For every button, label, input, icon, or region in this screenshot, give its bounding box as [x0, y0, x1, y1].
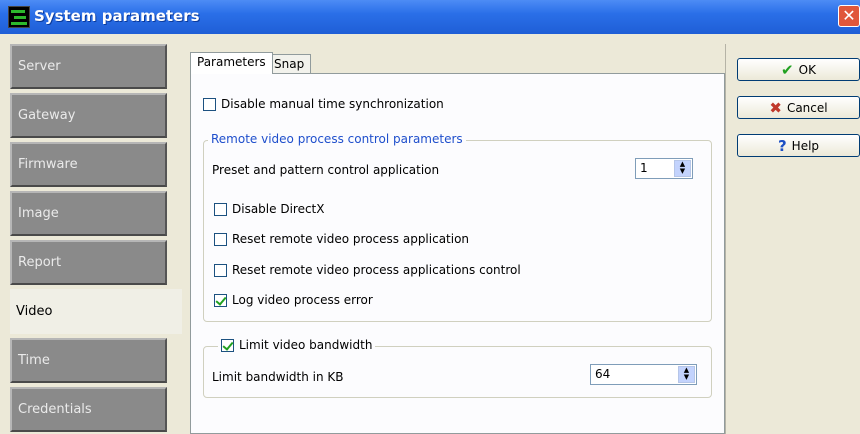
bandwidth-group: Limit video bandwidth Limit bandwidth in…: [203, 338, 712, 398]
checkbox-box: [221, 338, 234, 352]
disable-manual-sync-checkbox[interactable]: Disable manual time synchronization: [203, 97, 444, 111]
checkbox-box: [203, 97, 216, 111]
sidebar-item-label: Server: [18, 59, 61, 74]
checkbox-box: [214, 293, 227, 307]
checkbox-label: Limit video bandwidth: [239, 338, 373, 352]
ok-label: OK: [798, 62, 816, 77]
bandwidth-kb-stepper[interactable]: 64 ▲ ▼: [590, 364, 697, 385]
cancel-label: Cancel: [786, 100, 828, 115]
preset-label: Preset and pattern control application: [212, 163, 440, 177]
checkbox-box: [214, 202, 227, 216]
sidebar-item-label: Image: [18, 206, 59, 221]
checkbox-label: Disable manual time synchronization: [221, 97, 444, 111]
sidebar-item-time[interactable]: Time: [10, 338, 167, 383]
sidebar-item-credentials[interactable]: Credentials: [10, 387, 167, 432]
bandwidth-kb-value: 64: [595, 367, 611, 381]
checkbox-label: Reset remote video process application: [232, 232, 470, 246]
sidebar-item-report[interactable]: Report: [10, 240, 167, 285]
checkbox-label: Log video process error: [232, 293, 373, 307]
spin-arrows-icon[interactable]: ▲ ▼: [678, 366, 695, 383]
bandwidth-kb-label: Limit bandwidth in KB: [212, 370, 344, 384]
sidebar-item-label: Report: [18, 255, 62, 270]
help-label: Help: [791, 138, 820, 153]
tab-snap[interactable]: Snap: [267, 54, 312, 74]
sidebar-item-firmware[interactable]: Firmware: [10, 142, 167, 187]
disable-directx-checkbox[interactable]: Disable DirectX: [214, 202, 324, 216]
ok-button[interactable]: ✔ OK: [737, 58, 860, 81]
remote-video-group: Remote video process control parameters …: [203, 132, 712, 322]
preset-stepper[interactable]: 1 ▲ ▼: [635, 158, 693, 179]
parameters-panel: Disable manual time synchronization Remo…: [190, 73, 725, 434]
sidebar-item-label: Video: [16, 304, 53, 319]
window-title: System parameters: [34, 7, 200, 25]
sidebar-item-label: Firmware: [18, 157, 78, 172]
cancel-button[interactable]: ✖ Cancel: [737, 96, 860, 119]
close-button[interactable]: ✕: [838, 5, 860, 27]
x-icon: ✖: [769, 98, 782, 117]
checkbox-label: Reset remote video process applications …: [232, 263, 521, 277]
reset-app-checkbox[interactable]: Reset remote video process application: [214, 232, 469, 246]
preset-value: 1: [640, 161, 648, 175]
help-button[interactable]: ? Help: [737, 134, 860, 157]
question-icon: ?: [777, 136, 787, 155]
sidebar-item-label: Time: [18, 353, 50, 368]
sidebar-item-video[interactable]: Video: [10, 289, 182, 334]
tab-parameters[interactable]: Parameters: [190, 52, 273, 74]
sidebar-item-label: Credentials: [18, 402, 92, 417]
spin-arrows-icon[interactable]: ▲ ▼: [674, 160, 691, 177]
system-parameters-icon: [8, 6, 30, 28]
group-legend: Remote video process control parameters: [208, 132, 466, 146]
log-error-checkbox[interactable]: Log video process error: [214, 293, 373, 307]
reset-control-checkbox[interactable]: Reset remote video process applications …: [214, 263, 521, 277]
sidebar-item-image[interactable]: Image: [10, 191, 167, 236]
divider: [725, 44, 726, 434]
checkbox-box: [214, 232, 227, 246]
checkbox-box: [214, 263, 227, 277]
title-bar: System parameters ✕: [0, 0, 860, 34]
check-icon: ✔: [781, 60, 794, 79]
checkbox-label: Disable DirectX: [232, 202, 325, 216]
sidebar: Server Gateway Firmware Image Report Vid…: [0, 44, 182, 434]
sidebar-item-gateway[interactable]: Gateway: [10, 93, 167, 138]
sidebar-item-label: Gateway: [18, 108, 76, 123]
sidebar-item-server[interactable]: Server: [10, 44, 167, 89]
limit-bandwidth-checkbox[interactable]: Limit video bandwidth: [218, 338, 376, 352]
